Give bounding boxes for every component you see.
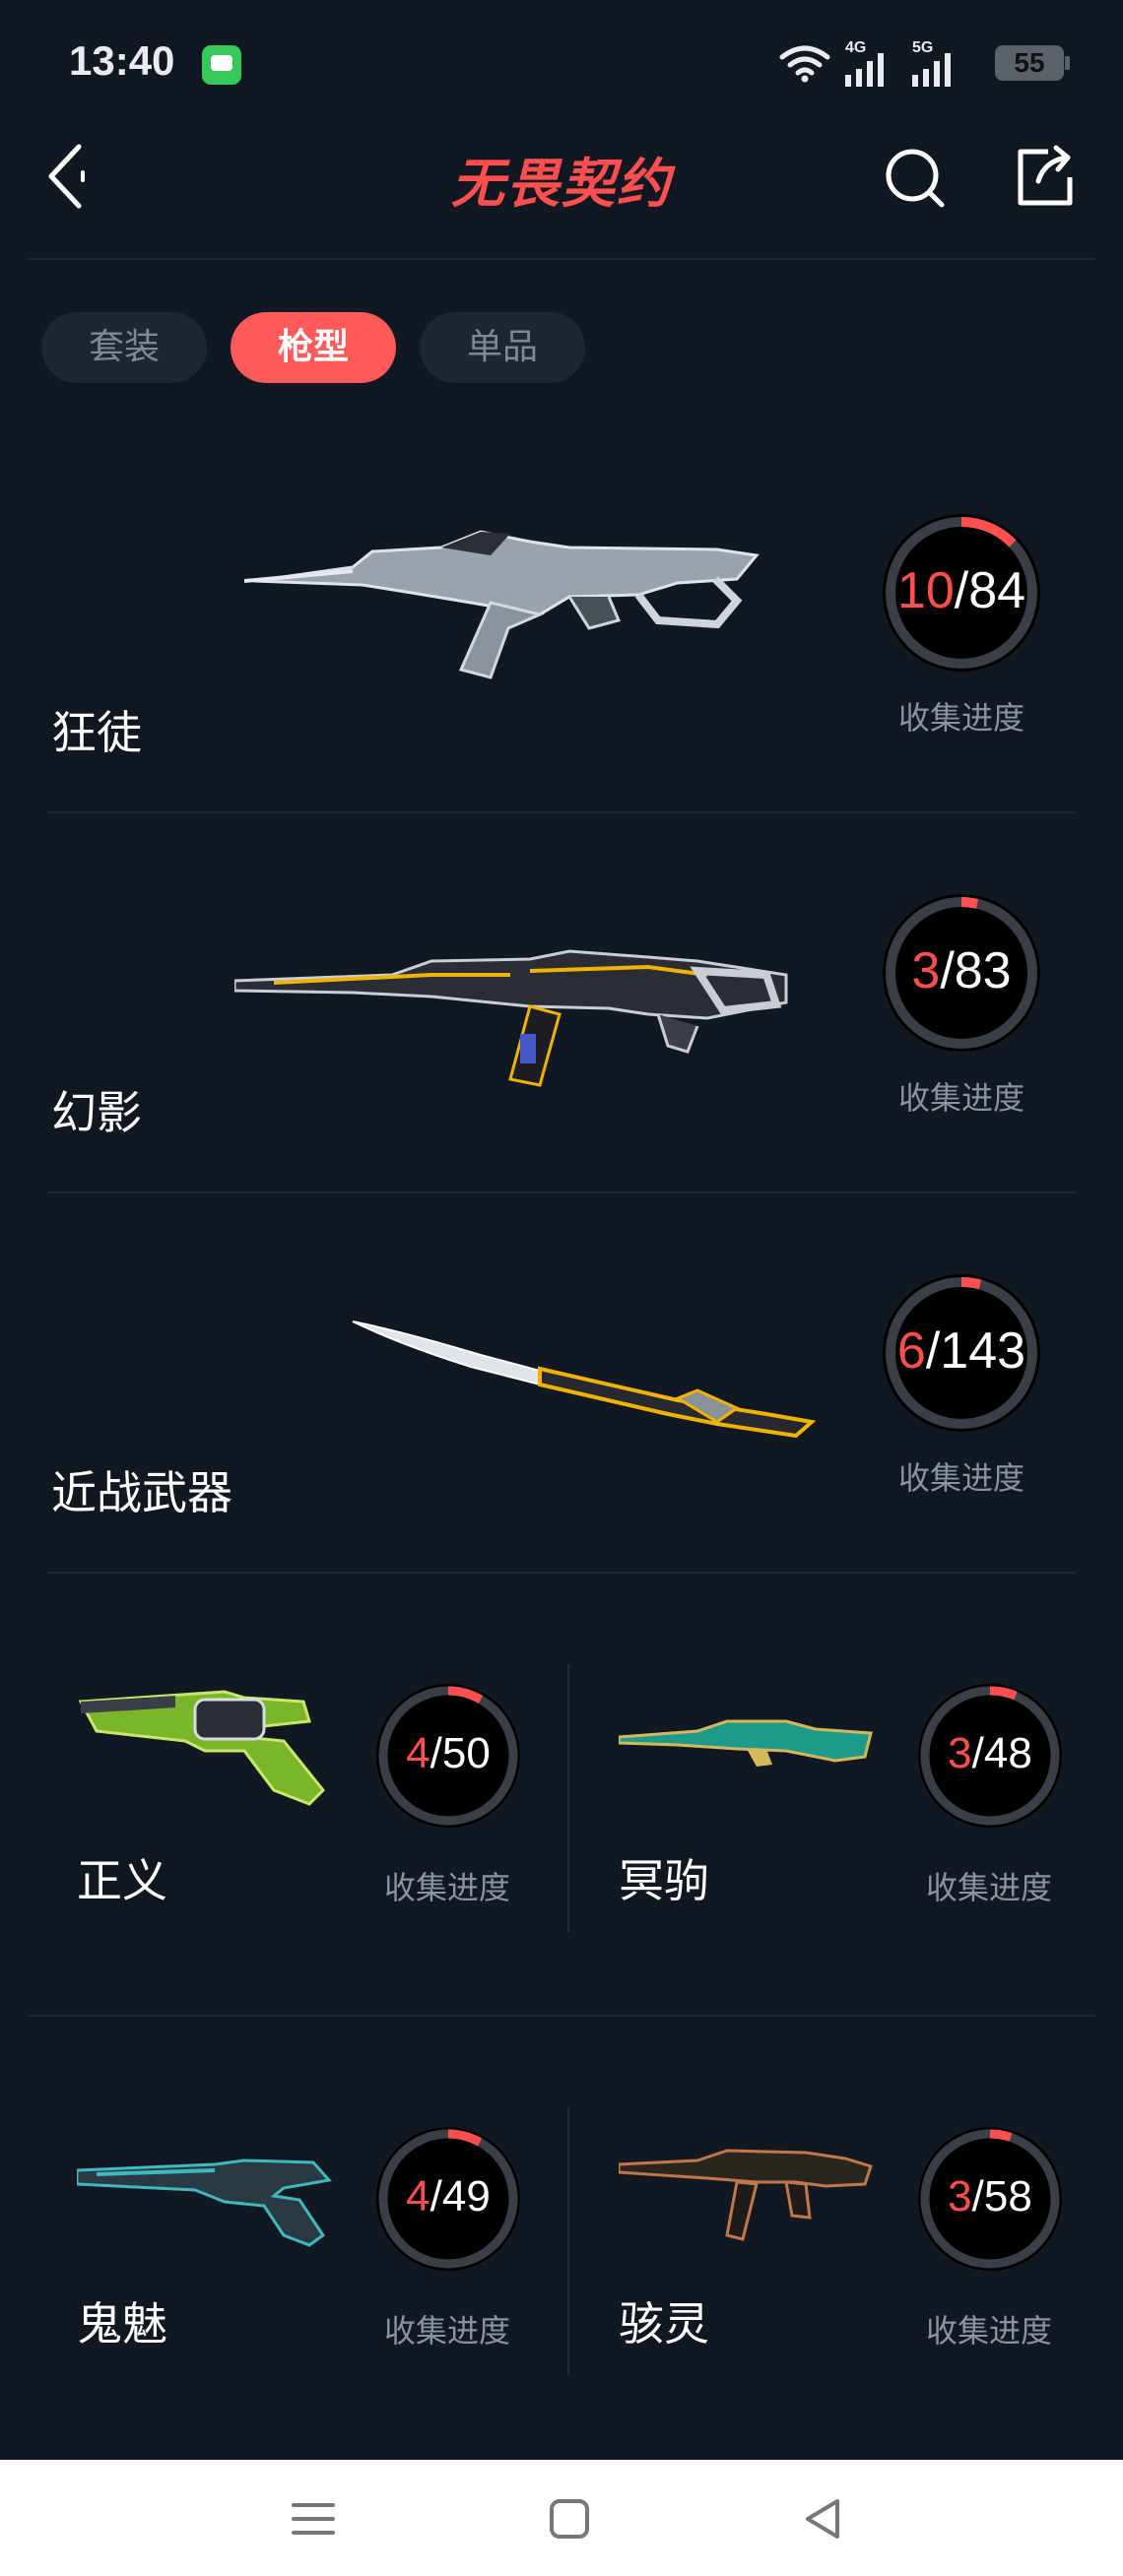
weapon-row-vandal[interactable]: 狂徒 10/84 收集进度 [47, 433, 1076, 813]
total-count: /49 [429, 2172, 491, 2221]
classic-skin-image [78, 1690, 326, 1806]
status-time: 13:40 [69, 37, 175, 84]
battery-level: 55 [1014, 47, 1045, 78]
progress-count: 10/84 [883, 561, 1040, 620]
progress-count: 3/58 [918, 2172, 1062, 2222]
progress-label: 收集进度 [897, 699, 1024, 737]
collection-progress-ring: 4/50 [376, 1684, 520, 1828]
weapon-row-phantom[interactable]: 幻影 3/83 收集进度 [47, 813, 1076, 1193]
vandal-skin-image [244, 530, 760, 679]
progress-count: 4/49 [376, 2172, 520, 2222]
progress-label: 收集进度 [897, 1459, 1024, 1497]
weapon-name: 正义 [77, 1854, 167, 1907]
collected-count: 4 [406, 1729, 430, 1777]
collected-count: 4 [406, 2172, 430, 2221]
system-nav-bar [0, 2460, 1123, 2576]
weapon-name: 近战武器 [51, 1466, 232, 1519]
progress-label: 收集进度 [925, 2312, 1052, 2350]
battery-icon: 55 [995, 45, 1070, 81]
weapon-name: 狂徒 [51, 706, 142, 759]
progress-count: 3/48 [918, 1729, 1062, 1778]
weapon-cell-ghost[interactable]: 鬼魅 4/49 收集进度 [47, 2097, 560, 2383]
total-count: /48 [971, 1729, 1032, 1777]
search-icon[interactable] [877, 138, 956, 217]
weapon-name: 冥驹 [619, 1854, 709, 1907]
collected-count: 3 [911, 942, 941, 999]
progress-count: 6/143 [883, 1321, 1040, 1381]
cell-divider [567, 2107, 569, 2375]
share-icon[interactable] [1005, 138, 1084, 217]
app-header: 无畏契约 [0, 128, 1123, 256]
phantom-skin-image [234, 949, 788, 1087]
row-divider [47, 1572, 1076, 1574]
collection-progress-ring: 3/58 [918, 2127, 1062, 2271]
tab-single-items[interactable]: 单品 [420, 312, 585, 383]
total-count: /50 [429, 1729, 491, 1777]
collected-count: 3 [948, 1729, 972, 1777]
wifi-icon [779, 45, 830, 83]
signal-icon [845, 53, 884, 87]
signal-icon [912, 53, 951, 87]
back-triangle-icon[interactable] [794, 2489, 853, 2548]
progress-label: 收集进度 [383, 2312, 510, 2350]
weapon-name: 鬼魅 [77, 2297, 167, 2351]
menu-icon[interactable] [284, 2489, 343, 2548]
tab-gun-types[interactable]: 枪型 [231, 312, 396, 383]
collected-count: 10 [896, 562, 955, 619]
progress-label: 收集进度 [925, 1869, 1052, 1906]
row-divider [28, 2015, 1095, 2017]
weapon-row-melee[interactable]: 近战武器 6/143 收集进度 [47, 1193, 1076, 1574]
weapon-cell-spectre[interactable]: 骇灵 3/58 收集进度 [589, 2097, 1101, 2383]
status-bar: 13:40 4G 5G 55 [0, 0, 1123, 128]
melee-skin-image [352, 1320, 816, 1439]
weapon-cell-classic[interactable]: 正义 4/50 收集进度 [47, 1654, 560, 1940]
collected-count: 3 [948, 2172, 972, 2221]
collection-progress-ring: 3/48 [918, 1684, 1062, 1828]
collection-progress-ring: 10/84 [883, 514, 1040, 672]
weapon-name: 骇灵 [619, 2297, 709, 2351]
cell-divider [567, 1664, 569, 1932]
collection-progress-ring: 4/49 [376, 2127, 520, 2271]
spectre-skin-image [619, 2149, 873, 2241]
progress-count: 4/50 [376, 1729, 520, 1778]
header-divider [28, 258, 1095, 260]
progress-label: 收集进度 [897, 1079, 1024, 1117]
message-app-icon [202, 45, 241, 85]
progress-count: 3/83 [883, 941, 1040, 1000]
total-count: /83 [940, 942, 1012, 999]
weapon-cell-marshal[interactable]: 冥驹 3/48 收集进度 [589, 1654, 1101, 1940]
home-icon[interactable] [540, 2489, 599, 2548]
total-count: /58 [971, 2172, 1032, 2221]
collection-progress-ring: 3/83 [883, 894, 1040, 1052]
ghost-skin-image [77, 2158, 332, 2247]
total-count: /143 [925, 1322, 1026, 1380]
progress-label: 收集进度 [383, 1869, 510, 1906]
weapon-name: 幻影 [51, 1086, 142, 1139]
marshal-skin-image [619, 1719, 873, 1767]
collected-count: 6 [896, 1322, 926, 1380]
total-count: /84 [954, 562, 1026, 619]
collection-progress-ring: 6/143 [883, 1274, 1040, 1432]
tab-suits[interactable]: 套装 [41, 312, 207, 383]
